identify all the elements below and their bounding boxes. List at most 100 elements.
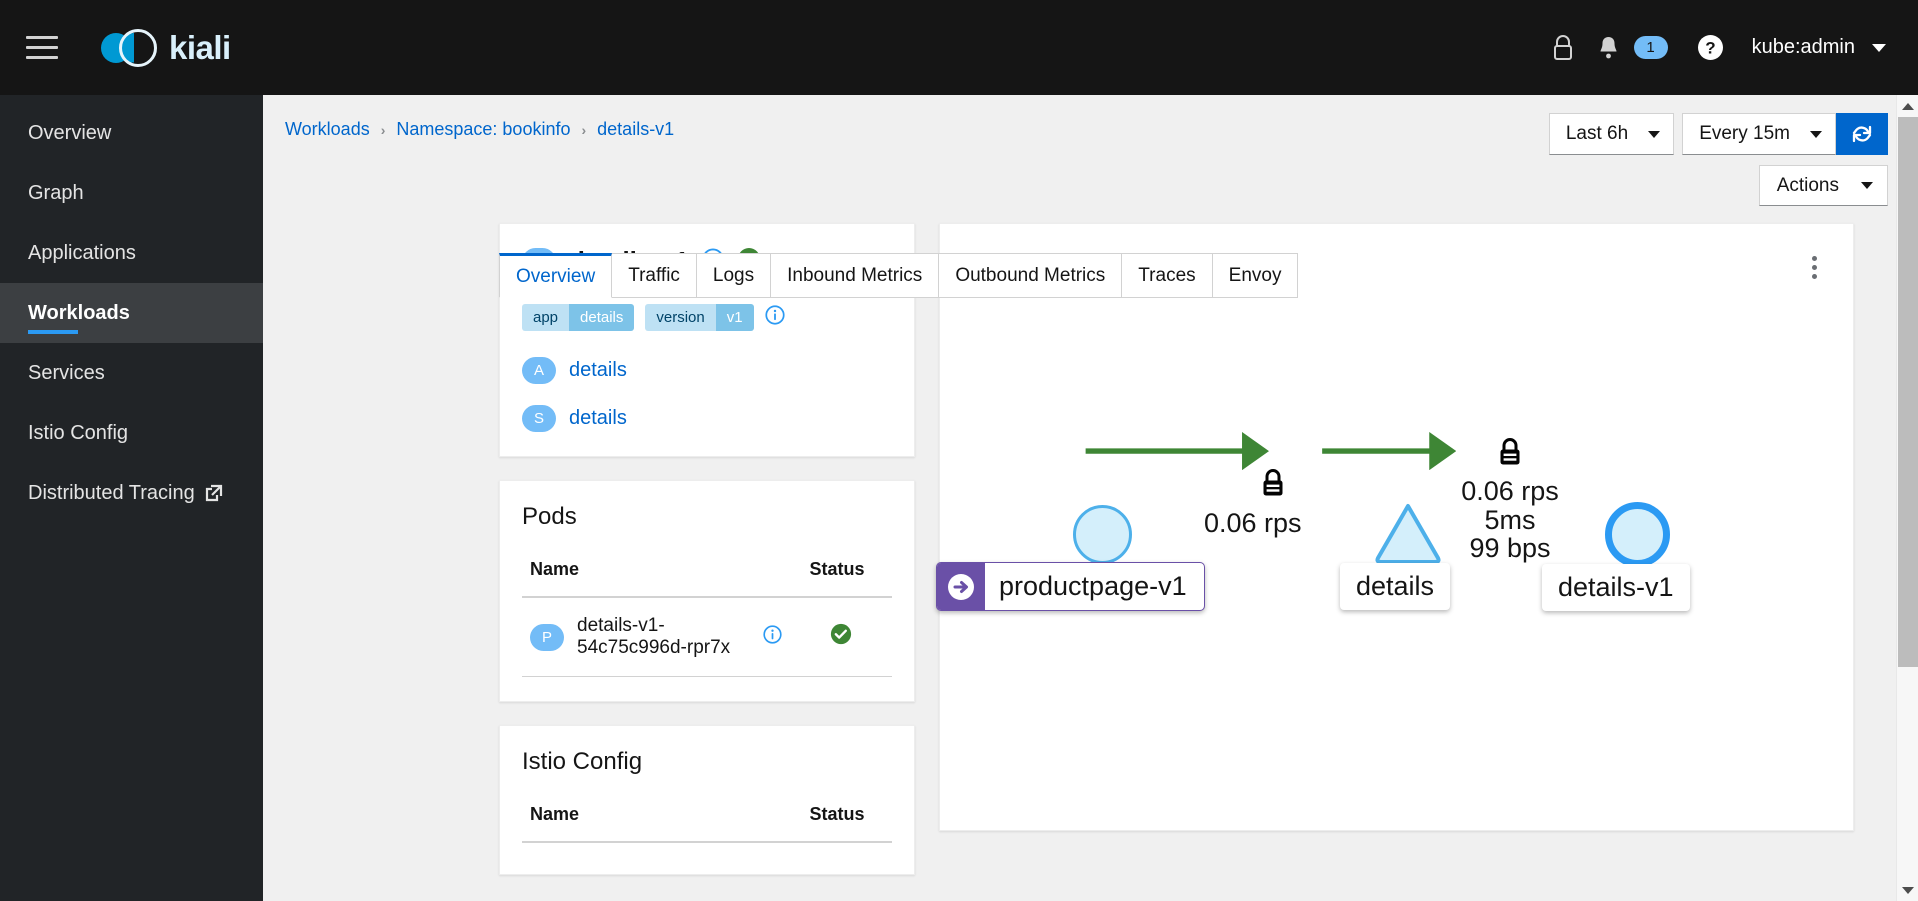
pods-card: Pods Name Status P details-v1-54c75c996d…: [499, 480, 915, 702]
sidebar-item-overview[interactable]: Overview: [0, 103, 263, 163]
svg-text:?: ?: [1705, 39, 1715, 58]
breadcrumb-item-workload[interactable]: details-v1: [597, 119, 674, 140]
istio-config-column-name: Name: [522, 804, 782, 843]
pod-badge: P: [530, 623, 564, 651]
tab-label: Overview: [516, 265, 596, 287]
refresh-button[interactable]: [1836, 113, 1888, 155]
scrollbar-thumb[interactable]: [1898, 117, 1918, 667]
labels-info-circle-icon[interactable]: [765, 305, 785, 330]
main-panel: W details-v1 app d: [263, 223, 1918, 901]
workload-labels: app details version v1: [522, 304, 892, 331]
tab-label: Traffic: [628, 264, 680, 286]
sidebar-item-label: Graph: [28, 181, 84, 204]
chevron-right-icon: ›: [581, 121, 587, 138]
breadcrumb-item-workloads[interactable]: Workloads: [285, 119, 370, 140]
edge-label-line: 0.06 rps: [1461, 476, 1559, 506]
content-area: Workloads › Namespace: bookinfo › detail…: [263, 95, 1918, 901]
istio-config-card-title: Istio Config: [522, 748, 643, 775]
bell-icon[interactable]: [1586, 25, 1632, 71]
tab-bar: Overview Traffic Logs Inbound Metrics Ou…: [499, 253, 1299, 298]
application-badge: A: [522, 357, 556, 384]
graph-node-details[interactable]: [1372, 500, 1444, 571]
label-key: version: [645, 304, 716, 331]
sidebar-item-label: Distributed Tracing: [28, 481, 195, 504]
graph-node-label-text: details: [1356, 571, 1435, 601]
sidebar-item-label: Services: [28, 361, 105, 384]
table-row[interactable]: P details-v1-54c75c996d-rpr7x: [522, 597, 892, 677]
edge-label-line: 0.06 rps: [1204, 508, 1302, 538]
brand-logo-link[interactable]: kiali: [101, 27, 231, 69]
graph-node-label-details-v1[interactable]: details-v1: [1542, 564, 1690, 611]
sidebar-item-workloads[interactable]: Workloads: [0, 283, 263, 343]
graph-node-label-details[interactable]: details: [1340, 563, 1451, 610]
user-menu[interactable]: kube:admin: [1752, 36, 1890, 59]
sidebar-item-distributed-tracing[interactable]: Distributed Tracing: [0, 463, 263, 523]
mini-graph-card: Oct 6, 09:33:48 AM ... 03:33:48 PM: [936, 223, 1854, 831]
graph-node-label-productpage-v1[interactable]: productpage-v1: [936, 562, 1205, 611]
topbar: Workloads › Namespace: bookinfo › detail…: [263, 95, 1918, 223]
sidebar-item-label: Istio Config: [28, 421, 129, 444]
actions-dropdown[interactable]: Actions: [1758, 165, 1888, 206]
chevron-down-icon: [1872, 43, 1886, 52]
pods-column-name: Name: [522, 559, 782, 598]
label-key: app: [522, 304, 570, 331]
check-circle-icon: [830, 623, 852, 650]
tab-inbound-metrics[interactable]: Inbound Metrics: [771, 253, 940, 298]
graph-node-details-v1[interactable]: [1605, 502, 1670, 567]
istio-config-column-status: Status: [782, 804, 892, 843]
actions-label: Actions: [1776, 174, 1839, 196]
external-link-icon: [204, 484, 223, 503]
tab-overview[interactable]: Overview: [499, 253, 613, 298]
edge-label-line: 99 bps: [1469, 533, 1551, 564]
tab-envoy[interactable]: Envoy: [1212, 253, 1299, 298]
more-vertical-icon[interactable]: [1797, 250, 1831, 284]
label-chip-app: app details: [522, 304, 635, 331]
graph-node-productpage-v1[interactable]: [1073, 505, 1132, 564]
pods-column-status: Status: [782, 559, 892, 598]
sidebar-item-label: Applications: [28, 241, 136, 264]
kiali-app: kiali 1 ? kube:admin Overview Graph Appl…: [0, 0, 1918, 901]
tab-traces[interactable]: Traces: [1122, 253, 1213, 298]
tab-label: Envoy: [1228, 264, 1282, 286]
lock-icon-edge-2: [1495, 436, 1525, 474]
tab-outbound-metrics[interactable]: Outbound Metrics: [939, 253, 1123, 298]
graph-canvas[interactable]: productpage-v1 0.06 rps details 0.06 rps…: [936, 284, 1853, 830]
service-link[interactable]: details: [569, 407, 627, 430]
pod-name-cell: P details-v1-54c75c996d-rpr7x: [522, 597, 782, 677]
left-column: W details-v1 app d: [499, 223, 915, 901]
sidebar: Overview Graph Applications Workloads Se…: [0, 95, 263, 901]
chevron-down-icon: [1810, 130, 1822, 138]
kiali-logo-icon: [101, 27, 159, 69]
sidebar-item-istio-config[interactable]: Istio Config: [0, 403, 263, 463]
tab-traffic[interactable]: Traffic: [612, 253, 697, 298]
lock-icon[interactable]: [1540, 25, 1586, 71]
page-scrollbar[interactable]: [1896, 95, 1918, 901]
application-link[interactable]: details: [569, 359, 627, 382]
time-range-select[interactable]: Last 6h: [1548, 113, 1675, 155]
sidebar-item-services[interactable]: Services: [0, 343, 263, 403]
user-name: kube:admin: [1751, 36, 1855, 58]
scroll-down-icon[interactable]: [1897, 879, 1918, 901]
refresh-interval-select[interactable]: Every 15m: [1682, 113, 1836, 155]
chevron-down-icon: [1861, 182, 1873, 189]
istio-config-card: Istio Config Name Status: [499, 725, 915, 875]
info-circle-icon[interactable]: [763, 624, 782, 650]
istio-config-table: Name Status: [522, 804, 892, 843]
service-link-row: S details: [522, 405, 892, 432]
hamburger-icon[interactable]: [20, 26, 64, 70]
brand-name: kiali: [169, 28, 231, 66]
tab-logs[interactable]: Logs: [696, 253, 772, 298]
time-range-value: Last 6h: [1565, 123, 1629, 144]
sidebar-item-applications[interactable]: Applications: [0, 223, 263, 283]
arrow-right-circle-icon: [937, 563, 985, 610]
edge-label-line: 5ms: [1484, 504, 1536, 535]
sidebar-item-graph[interactable]: Graph: [0, 163, 263, 223]
question-circle-icon[interactable]: ?: [1688, 25, 1734, 71]
breadcrumb-item-namespace[interactable]: Namespace: bookinfo: [396, 119, 570, 140]
sidebar-item-label: Overview: [28, 121, 112, 144]
masthead: kiali 1 ? kube:admin: [0, 0, 1918, 95]
chevron-right-icon: ›: [380, 121, 386, 138]
notification-count-badge[interactable]: 1: [1633, 36, 1668, 59]
graph-edge-label-2: 0.06 rps 5ms 99 bps: [1440, 477, 1580, 563]
scroll-up-icon[interactable]: [1897, 95, 1918, 117]
